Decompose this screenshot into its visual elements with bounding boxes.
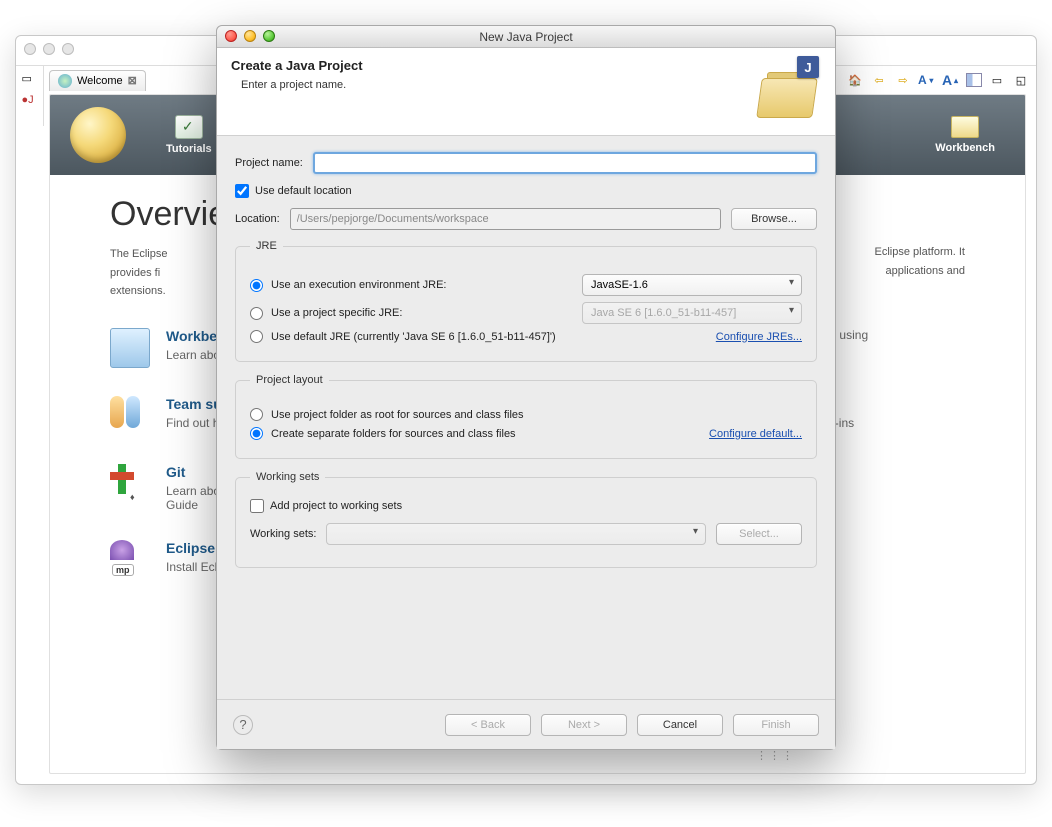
project-name-label: Project name:	[235, 157, 303, 169]
left-trim-bar: ▭ ●J	[16, 66, 44, 126]
browse-button[interactable]: Browse...	[731, 208, 817, 230]
jre-legend: JRE	[250, 240, 283, 252]
marketplace-icon: mp	[110, 540, 150, 580]
back-button: < Back	[445, 714, 531, 736]
globe-icon	[58, 74, 72, 88]
exec-env-combo[interactable]: JavaSE-1.6	[582, 274, 802, 296]
tab-label: Welcome	[77, 75, 123, 87]
team-icon	[110, 396, 150, 436]
use-default-location-checkbox[interactable]	[235, 184, 249, 198]
restore-icon[interactable]: ▭	[22, 72, 38, 88]
back-icon[interactable]: ⇦	[870, 71, 888, 89]
layout-separate-radio[interactable]	[250, 427, 263, 440]
sash-handle-icon[interactable]: ⋮⋮⋮	[756, 749, 795, 762]
jre-project-specific-label: Use a project specific JRE:	[271, 307, 402, 319]
jre-default-radio[interactable]	[250, 330, 263, 343]
java-perspective-icon[interactable]: ●J	[22, 94, 38, 110]
banner-label: Tutorials	[166, 143, 212, 155]
jre-group: JRE Use an execution environment JRE: Ja…	[235, 240, 817, 362]
configure-jres-link[interactable]: Configure JREs...	[716, 331, 802, 343]
dialog-close-icon[interactable]	[225, 30, 237, 42]
dialog-title: New Java Project	[479, 30, 572, 44]
close-icon[interactable]	[24, 43, 36, 55]
zoom-icon[interactable]	[62, 43, 74, 55]
dialog-titlebar: New Java Project	[217, 26, 835, 48]
configure-default-link[interactable]: Configure default...	[709, 428, 802, 440]
header-title: Create a Java Project	[231, 58, 363, 73]
font-increase-icon[interactable]: A▴	[942, 71, 960, 89]
feature-desc: Install Ecli	[166, 560, 220, 574]
location-label: Location:	[235, 213, 280, 225]
maximize-icon[interactable]: ◱	[1012, 71, 1030, 89]
finish-button: Finish	[733, 714, 819, 736]
layout-separate-label: Create separate folders for sources and …	[271, 428, 516, 440]
project-name-input[interactable]	[313, 152, 817, 174]
layout-legend: Project layout	[250, 374, 329, 386]
banner-tutorials[interactable]: Tutorials	[166, 115, 212, 155]
dialog-header: Create a Java Project Enter a project na…	[217, 48, 835, 136]
feature-title: Eclipse	[166, 540, 220, 556]
new-java-project-dialog: New Java Project Create a Java Project E…	[216, 25, 836, 750]
ws-legend: Working sets	[250, 471, 325, 483]
add-to-working-sets-checkbox[interactable]	[250, 499, 264, 513]
working-sets-label: Working sets:	[250, 528, 316, 540]
layout-root-label: Use project folder as root for sources a…	[271, 409, 524, 421]
minimize-icon[interactable]	[43, 43, 55, 55]
workbench-icon	[951, 116, 979, 138]
use-default-location-label: Use default location	[255, 185, 352, 197]
home-icon[interactable]: 🏠	[846, 71, 864, 89]
location-input	[290, 208, 721, 230]
next-button: Next >	[541, 714, 627, 736]
add-to-working-sets-label: Add project to working sets	[270, 500, 402, 512]
tab-close-icon[interactable]: ⊠	[128, 74, 137, 87]
layout-root-radio[interactable]	[250, 408, 263, 421]
banner-workbench[interactable]: Workbench	[935, 116, 995, 154]
jre-exec-env-label: Use an execution environment JRE:	[271, 279, 446, 291]
dialog-footer: ? < Back Next > Cancel Finish	[217, 699, 835, 749]
jre-exec-env-radio[interactable]	[250, 279, 263, 292]
jre-default-label: Use default JRE (currently 'Java SE 6 [1…	[271, 331, 556, 343]
git-icon: ♦	[110, 464, 150, 504]
dialog-zoom-icon[interactable]	[263, 30, 275, 42]
cancel-button[interactable]: Cancel	[637, 714, 723, 736]
working-sets-group: Working sets Add project to working sets…	[235, 471, 817, 568]
customize-icon[interactable]	[966, 73, 982, 87]
welcome-toolbar: 🏠 ⇦ ⇨ A▾ A▴ ▭ ◱	[846, 68, 1030, 92]
main-window-traffic-lights	[24, 43, 74, 55]
java-project-folder-icon: J	[757, 58, 821, 122]
tutorials-icon	[175, 115, 203, 139]
project-layout-group: Project layout Use project folder as roo…	[235, 374, 817, 459]
dialog-minimize-icon[interactable]	[244, 30, 256, 42]
help-icon[interactable]: ?	[233, 715, 253, 735]
project-jre-combo: Java SE 6 [1.6.0_51-b11-457]	[582, 302, 802, 324]
banner-label: Workbench	[935, 142, 995, 154]
header-subtitle: Enter a project name.	[241, 79, 363, 91]
forward-icon[interactable]: ⇨	[894, 71, 912, 89]
overview-globe-icon	[70, 107, 126, 163]
select-working-sets-button: Select...	[716, 523, 802, 545]
tab-welcome[interactable]: Welcome ⊠	[49, 70, 146, 91]
workbench-basics-icon	[110, 328, 150, 368]
font-decrease-icon[interactable]: A▾	[918, 71, 936, 89]
working-sets-combo	[326, 523, 706, 545]
minimize-icon[interactable]: ▭	[988, 71, 1006, 89]
jre-project-specific-radio[interactable]	[250, 307, 263, 320]
